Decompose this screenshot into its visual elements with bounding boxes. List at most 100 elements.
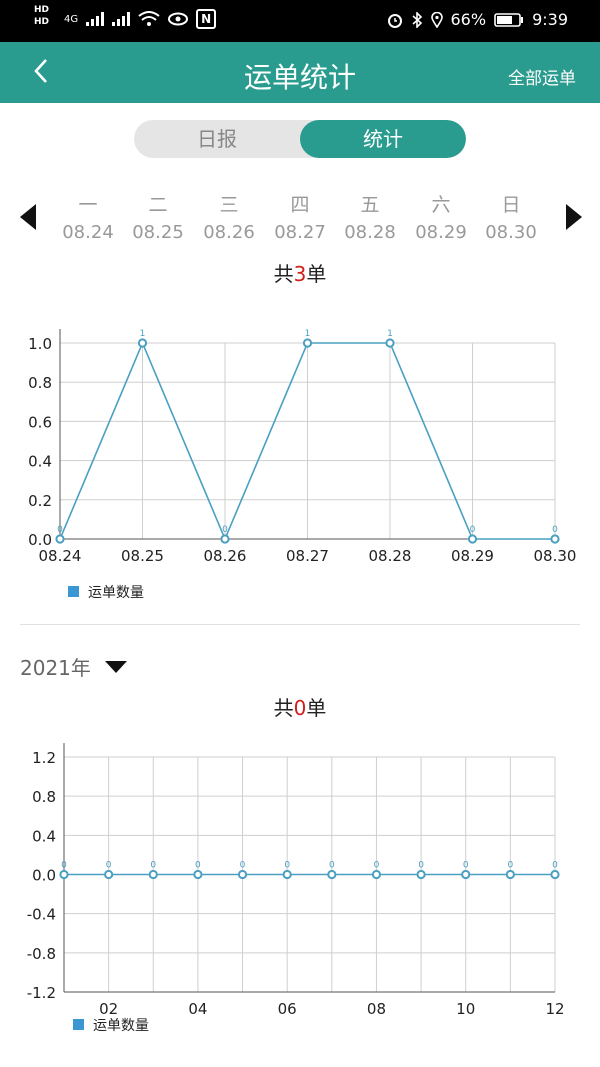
- y-tick-label: 1.2: [32, 749, 56, 767]
- data-label: 1: [305, 329, 311, 339]
- legend-swatch: [68, 586, 79, 597]
- x-tick-label: 08.24: [39, 547, 82, 565]
- data-point: [550, 869, 560, 880]
- data-point: [282, 869, 292, 880]
- clock: 9:39: [532, 10, 568, 29]
- day-fri[interactable]: 五 08.28: [340, 190, 400, 243]
- dropdown-arrow-icon: [104, 660, 127, 673]
- data-label: 0: [240, 861, 246, 871]
- y-tick-label: 0.8: [32, 788, 56, 806]
- y-tick-label: 0.8: [28, 374, 52, 392]
- tab-statistics[interactable]: 统计: [300, 120, 466, 158]
- hd-indicator: HD HD: [34, 5, 50, 27]
- x-tick-label: 08.28: [369, 547, 412, 565]
- y-tick-label: 1.0: [28, 335, 52, 353]
- x-tick-label: 02: [99, 1000, 118, 1018]
- y-tick-label: 0.6: [28, 413, 52, 431]
- data-label: 0: [57, 525, 63, 535]
- data-label: 0: [61, 861, 67, 871]
- wifi-icon: [138, 11, 160, 26]
- location-icon: [430, 11, 443, 28]
- y-tick-label: 0.4: [28, 453, 52, 471]
- day-sun[interactable]: 日 08.30: [481, 190, 541, 243]
- yearly-line-chart: -1.2 -0.8 -0.4 0.0 0.4 0.8 1.2 02 04 06 08 10 12 0 0 0 0…: [27, 743, 565, 1034]
- data-point: [550, 534, 560, 544]
- data-label: 0: [150, 861, 156, 871]
- data-label: 1: [140, 329, 146, 339]
- data-point: [505, 869, 515, 880]
- data-label: 0: [195, 861, 201, 871]
- legend-label: 运单数量: [93, 1018, 149, 1034]
- section-divider: [20, 624, 580, 625]
- data-point: [461, 869, 471, 880]
- data-point: [327, 869, 337, 880]
- day-tue[interactable]: 二 08.25: [128, 190, 188, 243]
- data-point: [104, 869, 114, 880]
- data-point: [467, 534, 478, 544]
- app-bar: 运单统计 全部运单: [0, 42, 600, 103]
- y-tick-label: 0.0: [32, 867, 56, 885]
- x-tick-label: 08.30: [534, 547, 577, 565]
- data-label: 0: [552, 861, 558, 871]
- x-tick-label: 08.29: [451, 547, 494, 565]
- y-tick-label: -1.2: [27, 984, 56, 1002]
- yearly-count: 0: [293, 696, 307, 720]
- battery-icon: [494, 12, 524, 27]
- year-value: 2021年: [20, 656, 91, 680]
- y-tick-label: -0.8: [27, 945, 56, 963]
- weekly-line-chart: 0.00.20.40.60.81.008.24 08.25 08.26 08.27 08…: [28, 329, 577, 601]
- data-point: [302, 338, 313, 348]
- data-point: [137, 338, 148, 348]
- data-label: 0: [507, 861, 513, 871]
- data-label: 0: [470, 525, 476, 535]
- x-tick-label: 08.25: [121, 547, 164, 565]
- battery-percent: 66%: [450, 10, 487, 29]
- data-label: 0: [106, 861, 112, 871]
- day-mon[interactable]: 一 08.24: [58, 190, 118, 243]
- weekly-total: 共3单: [273, 262, 327, 286]
- signal-icon-2: [112, 12, 131, 26]
- nfc-icon: N: [196, 9, 217, 29]
- report-tabs: 日报 统计: [134, 120, 466, 158]
- x-tick-label: 10: [456, 1000, 475, 1018]
- all-waybills-button[interactable]: 全部运单: [508, 64, 576, 89]
- data-label: 0: [374, 861, 380, 871]
- data-label: 0: [329, 861, 335, 871]
- alarm-icon: [387, 13, 402, 28]
- data-point: [59, 869, 69, 880]
- bluetooth-icon: [411, 11, 422, 28]
- legend-swatch: [73, 1019, 84, 1030]
- data-point: [371, 869, 382, 880]
- data-point: [385, 338, 395, 348]
- data-label: 0: [463, 861, 469, 871]
- y-tick-label: 0.4: [32, 827, 56, 845]
- signal-icon: [86, 12, 105, 26]
- day-sat[interactable]: 六 08.29: [411, 190, 471, 243]
- status-bar: HD HD 4G N 66% 9:39: [0, 0, 600, 42]
- data-label: 0: [418, 861, 424, 871]
- day-wed[interactable]: 三 08.26: [199, 190, 259, 243]
- x-tick-label: 04: [188, 1000, 207, 1018]
- x-tick-label: 12: [545, 1000, 564, 1018]
- weekly-count: 3: [293, 262, 307, 286]
- data-label: 0: [552, 525, 558, 535]
- data-point: [220, 534, 230, 544]
- eye-icon: [168, 12, 189, 26]
- x-tick-label: 08.26: [204, 547, 247, 565]
- data-point: [237, 869, 248, 880]
- day-thu[interactable]: 四 08.27: [270, 190, 330, 243]
- prev-week-arrow-icon[interactable]: [20, 204, 36, 230]
- tab-daily[interactable]: 日报: [134, 120, 300, 158]
- data-point: [416, 869, 426, 880]
- network-type: 4G: [64, 13, 79, 25]
- year-selector[interactable]: 2021年: [20, 652, 127, 681]
- y-tick-label: -0.4: [27, 906, 56, 924]
- legend-label: 运单数量: [88, 585, 144, 601]
- data-point: [148, 869, 158, 880]
- data-point: [193, 869, 203, 880]
- yearly-total: 共0单: [273, 696, 327, 720]
- x-tick-label: 08: [367, 1000, 386, 1018]
- next-week-arrow-icon[interactable]: [566, 204, 582, 230]
- x-tick-label: 08.27: [286, 547, 329, 565]
- y-tick-label: 0.2: [28, 492, 52, 510]
